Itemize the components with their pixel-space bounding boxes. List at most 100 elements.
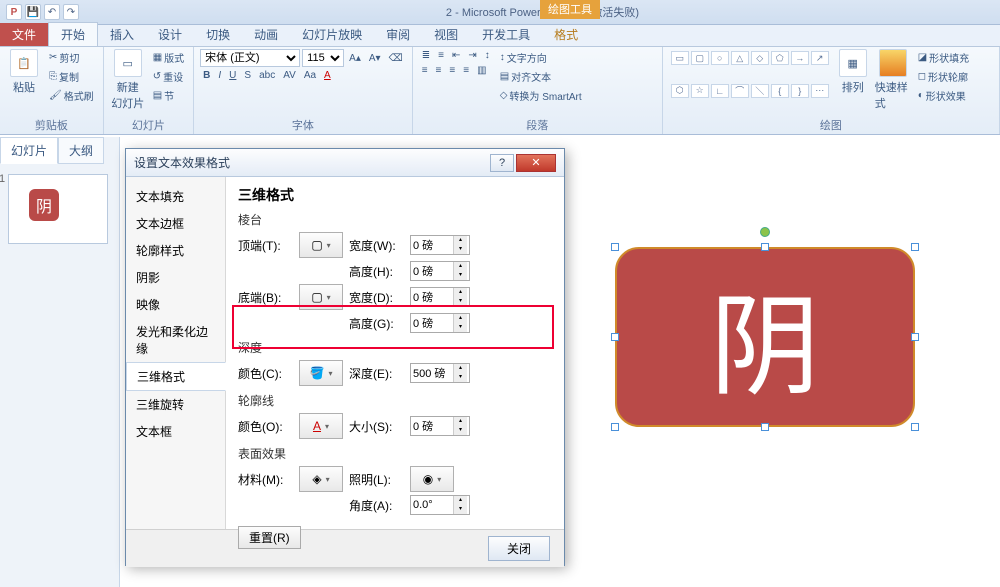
close-icon[interactable]: ✕	[516, 154, 556, 172]
dialog-titlebar[interactable]: 设置文本效果格式 ? ✕	[126, 149, 564, 177]
tab-file[interactable]: 文件	[0, 23, 48, 46]
strike-button[interactable]: S	[241, 69, 254, 82]
nav-text-fill[interactable]: 文本填充	[126, 183, 225, 210]
ribbon: 📋粘贴 ✂ 剪切 ⎘ 复制 🖌 格式刷 剪贴板 ▭新建 幻灯片 ▦ 版式 ↺ 重…	[0, 47, 1000, 135]
bevel-top-width-input[interactable]: ▴▾	[410, 235, 470, 255]
nav-3d-format[interactable]: 三维格式	[126, 362, 226, 391]
depth-value-input[interactable]: ▴▾	[410, 363, 470, 383]
handle-se[interactable]	[911, 423, 919, 431]
material-dropdown[interactable]: ◈	[299, 466, 343, 492]
tab-developer[interactable]: 开发工具	[470, 23, 542, 46]
numbering-button[interactable]: ≡	[435, 49, 447, 62]
handle-nw[interactable]	[611, 243, 619, 251]
shrink-font-icon[interactable]: A▾	[366, 52, 384, 65]
depth-color-dropdown[interactable]: 🪣	[299, 360, 343, 386]
tab-transition[interactable]: 切换	[194, 23, 242, 46]
reset-button[interactable]: 重置(R)	[238, 526, 301, 549]
angle-label: 角度(A):	[349, 497, 404, 514]
bevel-bottom-dropdown[interactable]: ▢	[299, 284, 343, 310]
tab-insert[interactable]: 插入	[98, 23, 146, 46]
save-icon[interactable]: 💾	[25, 4, 41, 20]
selected-shape[interactable]: 阴	[615, 247, 915, 427]
underline-button[interactable]: U	[226, 69, 239, 82]
contour-color-label: 颜色(O):	[238, 418, 293, 435]
italic-button[interactable]: I	[215, 69, 224, 82]
shape-text[interactable]: 阴	[615, 247, 915, 427]
quick-styles-button[interactable]: 快速样式	[875, 49, 911, 116]
nav-text-border[interactable]: 文本边框	[126, 210, 225, 237]
align-text-button[interactable]: ▤ 对齐文本	[497, 68, 585, 85]
font-color-button[interactable]: A	[321, 69, 334, 82]
redo-icon[interactable]: ↷	[63, 4, 79, 20]
nav-textbox[interactable]: 文本框	[126, 418, 225, 445]
nav-3d-rotation[interactable]: 三维旋转	[126, 391, 225, 418]
slides-tab[interactable]: 幻灯片	[0, 137, 58, 164]
outline-tab[interactable]: 大纲	[58, 137, 104, 164]
tab-format[interactable]: 格式	[542, 23, 590, 46]
nav-glow[interactable]: 发光和柔化边缘	[126, 318, 225, 362]
lighting-dropdown[interactable]: ◉	[410, 466, 454, 492]
handle-w[interactable]	[611, 333, 619, 341]
tab-home[interactable]: 开始	[48, 22, 98, 46]
shape-fill-button[interactable]: ◪ 形状填充	[915, 49, 972, 66]
undo-icon[interactable]: ↶	[44, 4, 60, 20]
grow-font-icon[interactable]: A▴	[346, 52, 364, 65]
indent-dec-button[interactable]: ⇤	[449, 49, 463, 62]
contour-size-input[interactable]: ▴▾	[410, 416, 470, 436]
align-center-button[interactable]: ≡	[433, 64, 445, 77]
bevel-bottom-height-input[interactable]: ▴▾	[410, 313, 470, 333]
new-slide-icon: ▭	[114, 49, 142, 77]
handle-ne[interactable]	[911, 243, 919, 251]
handle-e[interactable]	[911, 333, 919, 341]
case-button[interactable]: Aa	[301, 69, 319, 82]
bevel-top-dropdown[interactable]: ▢	[299, 232, 343, 258]
section-button[interactable]: ▤ 节	[150, 87, 187, 104]
tab-review[interactable]: 审阅	[374, 23, 422, 46]
font-name-select[interactable]: 宋体 (正文)	[200, 49, 300, 67]
tab-slideshow[interactable]: 幻灯片放映	[290, 23, 374, 46]
font-size-select[interactable]: 115	[302, 49, 344, 67]
shape-outline-button[interactable]: ◻ 形状轮廓	[915, 68, 972, 85]
bevel-top-height-input[interactable]: ▴▾	[410, 261, 470, 281]
columns-button[interactable]: ▥	[474, 64, 489, 77]
arrange-button[interactable]: ▦排列	[835, 49, 871, 116]
bullets-button[interactable]: ≣	[419, 49, 433, 62]
tab-animation[interactable]: 动画	[242, 23, 290, 46]
tab-design[interactable]: 设计	[146, 23, 194, 46]
nav-shadow[interactable]: 阴影	[126, 264, 225, 291]
smartart-button[interactable]: ◇ 转换为 SmartArt	[497, 87, 585, 104]
contour-color-dropdown[interactable]: A	[299, 413, 343, 439]
nav-outline-style[interactable]: 轮廓样式	[126, 237, 225, 264]
clear-format-icon[interactable]: ⌫	[386, 52, 406, 65]
handle-n[interactable]	[761, 243, 769, 251]
reset-slide-button[interactable]: ↺ 重设	[150, 68, 187, 85]
line-spacing-button[interactable]: ↕	[482, 49, 493, 62]
tab-view[interactable]: 视图	[422, 23, 470, 46]
angle-input[interactable]: ▴▾	[410, 495, 470, 515]
slide-thumbnail-1[interactable]: 1 阴	[8, 174, 108, 244]
new-slide-button[interactable]: ▭新建 幻灯片	[110, 49, 146, 116]
slide-canvas[interactable]: 阴	[560, 137, 1000, 587]
handle-s[interactable]	[761, 423, 769, 431]
cut-button[interactable]: ✂ 剪切	[46, 49, 97, 66]
copy-button[interactable]: ⎘ 复制	[46, 68, 97, 85]
help-button[interactable]: ?	[490, 154, 514, 172]
shadow-button[interactable]: abc	[256, 69, 278, 82]
spacing-button[interactable]: AV	[280, 69, 299, 82]
align-left-button[interactable]: ≡	[419, 64, 431, 77]
text-direction-button[interactable]: ↕ 文字方向	[497, 49, 585, 66]
justify-button[interactable]: ≡	[460, 64, 472, 77]
shape-gallery[interactable]: ▭▢○△◇⬠→↗ ⬡☆∟⌒＼{}⋯	[669, 49, 831, 116]
nav-reflection[interactable]: 映像	[126, 291, 225, 318]
shape-effects-button[interactable]: ◐ 形状效果	[915, 87, 972, 104]
rotate-handle[interactable]	[760, 227, 770, 237]
handle-sw[interactable]	[611, 423, 619, 431]
paste-button[interactable]: 📋粘贴	[6, 49, 42, 116]
format-painter-button[interactable]: 🖌 格式刷	[46, 87, 97, 104]
indent-inc-button[interactable]: ⇥	[465, 49, 479, 62]
bold-button[interactable]: B	[200, 69, 213, 82]
bevel-bottom-width-input[interactable]: ▴▾	[410, 287, 470, 307]
layout-button[interactable]: ▦ 版式	[150, 49, 187, 66]
align-right-button[interactable]: ≡	[446, 64, 458, 77]
group-drawing: ▭▢○△◇⬠→↗ ⬡☆∟⌒＼{}⋯ ▦排列 快速样式 ◪ 形状填充 ◻ 形状轮廓…	[663, 47, 1000, 134]
